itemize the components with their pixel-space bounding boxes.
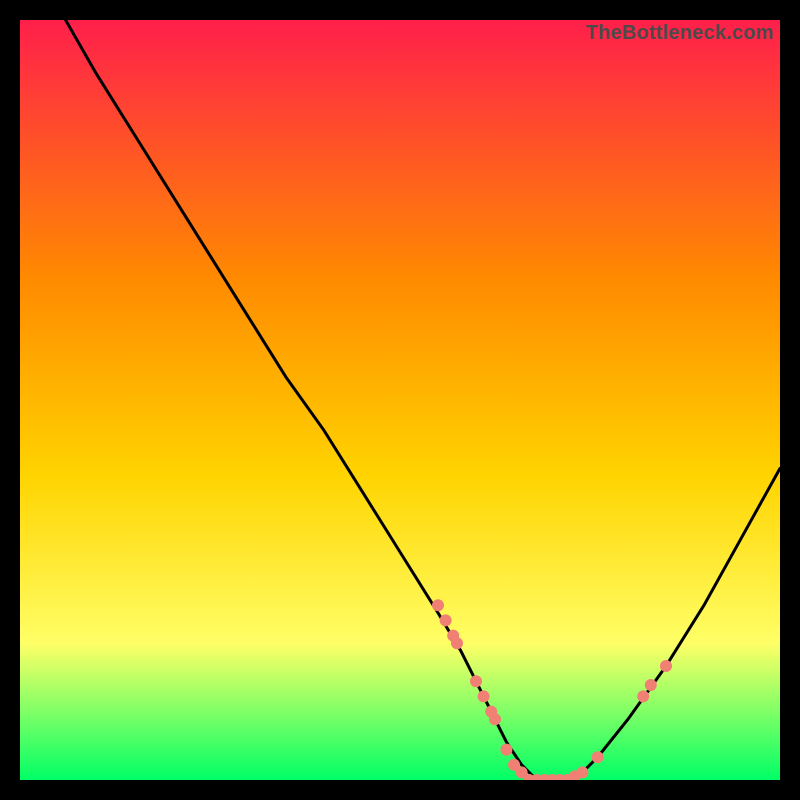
watermark-text: TheBottleneck.com (586, 22, 774, 45)
curve-marker (660, 660, 672, 672)
curve-marker (478, 690, 490, 702)
curve-marker (500, 744, 512, 756)
curve-marker (637, 690, 649, 702)
curve-marker (592, 751, 604, 763)
curve-marker (451, 637, 463, 649)
curve-marker (489, 713, 501, 725)
chart-frame: TheBottleneck.com (20, 20, 780, 780)
chart-svg (20, 20, 780, 780)
curve-marker (440, 614, 452, 626)
curve-marker (645, 679, 657, 691)
curve-marker (576, 766, 588, 778)
curve-marker (432, 599, 444, 611)
curve-marker (470, 675, 482, 687)
